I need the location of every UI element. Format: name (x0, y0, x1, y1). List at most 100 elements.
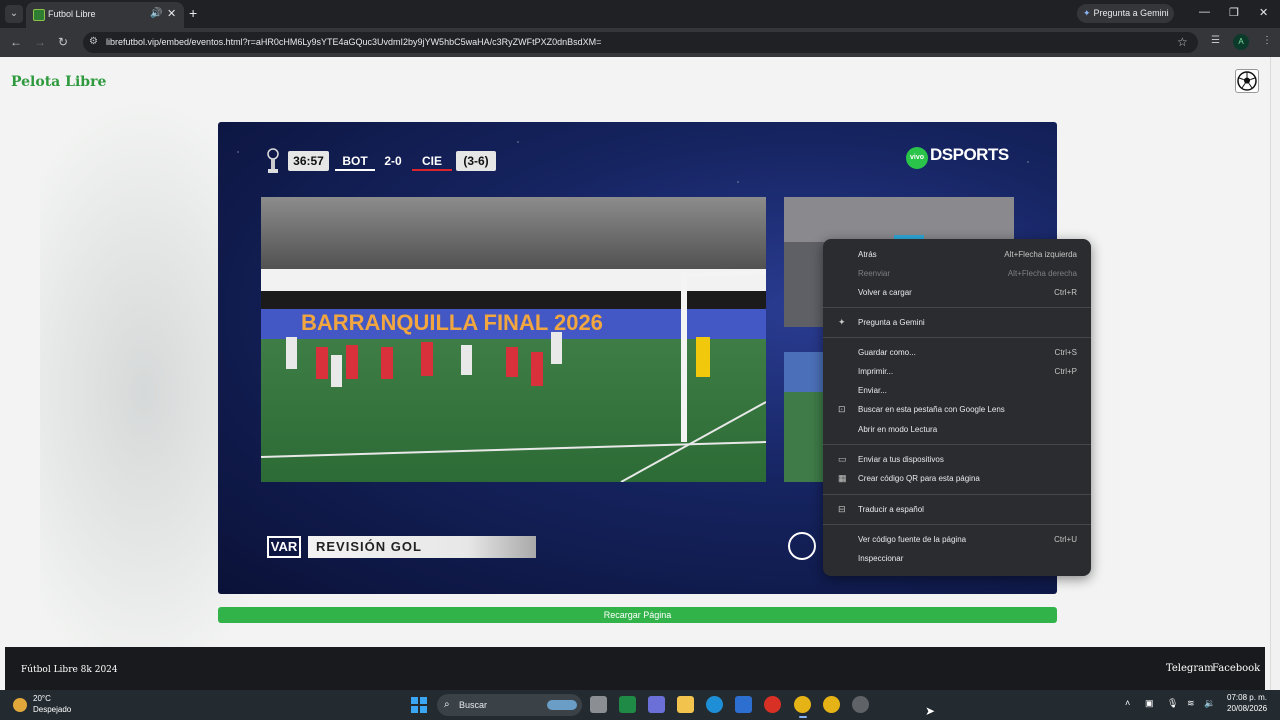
browser-toolbar: ← → ↻ ⚙ librefutbol.vip/embed/eventos.ht… (0, 28, 1280, 57)
menu-item-forward[interactable]: Reenviar Alt+Flecha derecha (823, 265, 1091, 284)
search-icon: ⌕ (444, 699, 450, 710)
microphone-icon[interactable]: 🎙 (1167, 698, 1178, 709)
browser-tab[interactable]: Futbol Libre 🔊 ✕ (26, 2, 184, 28)
store-icon[interactable] (735, 696, 752, 713)
menu-item-ask-gemini[interactable]: ✦ Pregunta a Gemini (823, 314, 1091, 333)
wifi-icon[interactable]: ≋ (1187, 698, 1195, 709)
soccer-ball-icon[interactable] (1235, 69, 1259, 93)
new-tab-button[interactable]: + (189, 5, 197, 21)
edge-icon[interactable] (706, 696, 723, 713)
tab-search-button[interactable]: ⌄ (5, 5, 23, 23)
footer-link-telegram[interactable]: Telegram (1166, 663, 1214, 674)
moon-weather-icon[interactable] (13, 698, 27, 712)
menu-item-label: Reenviar (858, 269, 891, 278)
mouse-cursor-icon: ➤ (925, 704, 936, 718)
windows-taskbar: 20°C Despejado ⌕ Buscar ˄ ▣ 🎙 ≋ 🔉 07:08 … (0, 690, 1280, 720)
menu-item-reload[interactable]: Volver a cargar Ctrl+R (823, 284, 1091, 303)
page-scrollbar[interactable] (1270, 57, 1280, 690)
settings-gear-icon[interactable] (852, 696, 869, 713)
menu-item-qr-code[interactable]: ▦ Crear código QR para esta página (823, 470, 1091, 489)
stadium-banner-text: BARRANQUILLA FINAL 2026 (301, 310, 603, 335)
menu-item-translate[interactable]: ⊟ Traducir a español (823, 501, 1091, 520)
menu-item-label: Enviar a tus dispositivos (858, 455, 944, 464)
site-footer: Fútbol Libre 8k 2024 Telegram Facebook (5, 647, 1265, 690)
tab-close-icon[interactable]: ✕ (167, 7, 176, 20)
devices-icon: ▭ (838, 454, 847, 464)
aggregate-score: (3-6) (456, 151, 496, 171)
menu-item-back[interactable]: Atrás Alt+Flecha izquierda (823, 246, 1091, 265)
menu-item-label: Traducir a español (858, 505, 924, 514)
chrome-icon[interactable] (794, 696, 811, 718)
menu-item-inspect[interactable]: Inspeccionar (823, 550, 1091, 569)
back-arrow-icon[interactable]: ← (10, 35, 22, 49)
menu-item-label: Imprimir... (858, 367, 894, 376)
menu-item-send[interactable]: Enviar... (823, 382, 1091, 401)
address-bar[interactable]: ⚙ librefutbol.vip/embed/eventos.html?r=a… (83, 32, 1198, 53)
menu-item-send-to-devices[interactable]: ▭ Enviar a tus dispositivos (823, 451, 1091, 470)
task-view-icon[interactable] (590, 696, 607, 713)
vivo-badge: vivo (906, 147, 928, 169)
menu-item-label: Pregunta a Gemini (858, 318, 925, 327)
menu-item-label: Ver código fuente de la página (858, 535, 967, 544)
menu-item-print[interactable]: Imprimir... Ctrl+P (823, 363, 1091, 382)
menu-item-google-lens[interactable]: ⊡ Buscar en esta pestaña con Google Lens (823, 401, 1091, 420)
menu-separator (823, 524, 1091, 525)
menu-item-save-as[interactable]: Guardar como... Ctrl+S (823, 344, 1091, 363)
clock-time[interactable]: 07:08 p. m. (1227, 693, 1267, 702)
menu-separator (823, 494, 1091, 495)
menu-item-reading-mode[interactable]: Abrir en modo Lectura (823, 421, 1091, 440)
trophy-icon (267, 148, 279, 173)
tray-app-icon[interactable]: ▣ (1145, 698, 1154, 709)
home-team: BOT (335, 151, 375, 171)
app-red-icon[interactable] (764, 696, 781, 713)
tray-chevron-up-icon[interactable]: ˄ (1125, 698, 1130, 708)
volume-icon[interactable]: 🔉 (1204, 698, 1215, 709)
reading-list-icon[interactable]: ☰ (1211, 35, 1220, 46)
search-highlight-icon (547, 700, 577, 710)
reload-page-button[interactable]: Recargar Página (218, 607, 1057, 623)
restore-icon[interactable]: ❐ (1229, 6, 1239, 19)
menu-item-label: Atrás (858, 250, 877, 259)
minimize-icon[interactable]: — (1199, 6, 1210, 18)
menu-item-label: Buscar en esta pestaña con Google Lens (858, 405, 1005, 414)
bookmark-star-icon[interactable]: ☆ (1177, 35, 1188, 49)
profile-avatar[interactable]: A (1233, 34, 1249, 50)
windows-start-icon[interactable] (411, 697, 427, 713)
gemini-button[interactable]: ✦ Pregunta a Gemini (1077, 4, 1174, 23)
url-text[interactable]: librefutbol.vip/embed/eventos.html?r=aHR… (106, 37, 601, 47)
speaker-icon[interactable]: 🔊 (150, 8, 162, 19)
lens-icon: ⊡ (838, 404, 846, 414)
forward-arrow-icon[interactable]: → (34, 35, 46, 49)
close-window-icon[interactable]: ✕ (1259, 6, 1268, 19)
menu-item-label: Guardar como... (858, 348, 916, 357)
clock-date[interactable]: 20/08/2026 (1227, 704, 1267, 713)
copilot-icon[interactable] (648, 696, 665, 713)
menu-separator (823, 307, 1091, 308)
menu-item-shortcut: Ctrl+U (1054, 535, 1077, 544)
taskbar-search[interactable]: ⌕ Buscar (437, 694, 582, 716)
weather-description[interactable]: Despejado (33, 705, 71, 714)
chrome-profile-icon[interactable] (823, 696, 840, 713)
excel-icon[interactable] (619, 696, 636, 713)
search-placeholder: Buscar (459, 700, 488, 710)
broadcaster-name: DSPORTS (930, 145, 1009, 164)
menu-kebab-icon[interactable]: ⋮ (1262, 35, 1272, 46)
menu-item-shortcut: Ctrl+S (1054, 348, 1077, 357)
var-review-label: REVISIÓN GOL (308, 536, 536, 558)
menu-item-view-source[interactable]: Ver código fuente de la página Ctrl+U (823, 531, 1091, 550)
site-logo-text[interactable]: Pelota Libre (11, 74, 106, 90)
weather-temperature[interactable]: 20°C (33, 694, 51, 703)
reload-icon[interactable]: ↻ (58, 35, 68, 49)
file-explorer-icon[interactable] (677, 696, 694, 713)
sparkle-icon: ✦ (838, 317, 846, 327)
site-info-icon[interactable]: ⚙ (89, 36, 98, 47)
context-menu: Atrás Alt+Flecha izquierda Reenviar Alt+Fl… (823, 239, 1091, 576)
menu-item-label: Abrir en modo Lectura (858, 425, 938, 434)
sparkle-icon: ✦ (1083, 8, 1091, 18)
away-team: CIE (412, 151, 452, 171)
menu-separator (823, 337, 1091, 338)
menu-item-label: Enviar... (858, 386, 887, 395)
match-clock: 36:57 (288, 151, 329, 171)
menu-item-label: Volver a cargar (858, 288, 912, 297)
footer-link-facebook[interactable]: Facebook (1212, 663, 1260, 674)
